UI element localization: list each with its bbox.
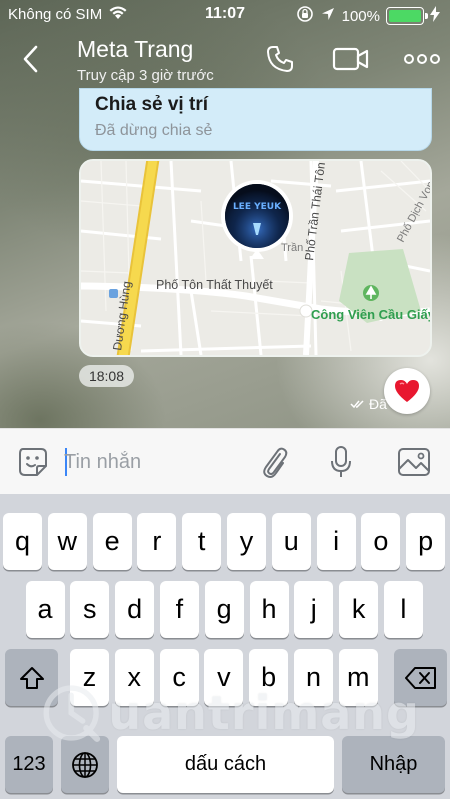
backspace-key[interactable] — [394, 649, 447, 706]
key-d[interactable]: d — [115, 581, 155, 638]
message-seen-status: Đã — [350, 396, 387, 412]
key-l[interactable]: l — [383, 581, 423, 638]
phone-icon — [267, 46, 293, 72]
status-bar: Không có SIM 11:07 100% — [0, 0, 450, 30]
key-j[interactable]: j — [294, 581, 334, 638]
map-label-street-5: Trần — [281, 242, 303, 254]
battery-percent: 100% — [341, 7, 380, 25]
contact-last-seen: Truy cập 3 giờ trước — [77, 67, 214, 84]
battery-icon — [386, 7, 428, 25]
battery-fill — [389, 10, 421, 22]
key-y[interactable]: y — [227, 513, 266, 570]
location-share-message[interactable]: Chia sẻ vị trí Đã dừng chia sẻ — [79, 88, 432, 151]
reaction-button[interactable] — [384, 368, 430, 414]
key-i[interactable]: i — [316, 513, 356, 570]
key-k[interactable]: k — [339, 581, 379, 638]
voice-message-button[interactable] — [322, 443, 360, 481]
map-label-street-1: Phố Tôn Thất Thuyết — [156, 278, 273, 292]
key-c[interactable]: c — [159, 649, 199, 706]
double-check-icon — [350, 400, 364, 409]
more-horizontal-icon — [404, 54, 440, 64]
orientation-lock-icon — [296, 5, 314, 27]
microphone-icon — [331, 446, 351, 477]
key-x[interactable]: x — [114, 649, 154, 706]
key-e[interactable]: e — [92, 513, 132, 570]
key-w[interactable]: w — [47, 513, 87, 570]
location-arrow-icon — [320, 6, 336, 26]
message-time: 18:08 — [79, 365, 134, 387]
key-s[interactable]: s — [70, 581, 110, 638]
more-options-button[interactable] — [402, 42, 442, 76]
language-key[interactable] — [61, 736, 109, 793]
return-key[interactable]: Nhập — [342, 736, 445, 793]
key-f[interactable]: f — [159, 581, 199, 638]
key-q[interactable]: q — [3, 513, 42, 570]
contact-name[interactable]: Meta Trang — [77, 36, 193, 63]
shift-key[interactable] — [5, 649, 58, 706]
marker-logo-text: LEE YEUK — [233, 202, 282, 212]
map-preview[interactable]: Phố Tôn Thất Thuyết Phố Trần Thái Tôn Ph… — [79, 159, 432, 357]
keyboard: qwertyuiop asdfghjkl zxcvbnm 123 dấu các… — [0, 494, 450, 799]
map-label-park: Công Viên Cầu Giấy — [311, 307, 430, 322]
numbers-key[interactable]: 123 — [5, 736, 53, 793]
photo-button[interactable] — [395, 443, 433, 481]
key-m[interactable]: m — [338, 649, 378, 706]
chevron-left-icon — [23, 45, 38, 73]
image-icon — [398, 448, 430, 476]
key-g[interactable]: g — [204, 581, 244, 638]
key-t[interactable]: t — [182, 513, 222, 570]
key-o[interactable]: o — [361, 513, 401, 570]
chat-header: Meta Trang Truy cập 3 giờ trước — [0, 30, 450, 88]
key-a[interactable]: a — [25, 581, 65, 638]
attach-button[interactable] — [255, 443, 293, 481]
key-b[interactable]: b — [249, 649, 289, 706]
charging-icon — [430, 6, 440, 26]
back-button[interactable] — [16, 42, 46, 76]
message-input[interactable] — [64, 446, 244, 478]
globe-icon — [72, 751, 98, 778]
heart-icon — [395, 380, 419, 402]
location-share-title: Chia sẻ vị trí — [95, 94, 208, 115]
location-share-status: Đã dừng chia sẻ — [95, 122, 213, 139]
status-right: 100% — [296, 5, 440, 27]
key-z[interactable]: z — [70, 649, 109, 706]
map-canvas: Phố Tôn Thất Thuyết Phố Trần Thái Tôn Ph… — [81, 161, 430, 355]
key-r[interactable]: r — [137, 513, 177, 570]
video-call-button[interactable] — [331, 42, 371, 76]
key-u[interactable]: u — [271, 513, 311, 570]
shift-icon — [19, 666, 44, 689]
sticker-button[interactable] — [14, 443, 52, 481]
emoji-icon — [19, 448, 47, 476]
key-n[interactable]: n — [294, 649, 333, 706]
seen-label: Đã — [369, 396, 387, 412]
backspace-icon — [404, 666, 436, 689]
key-v[interactable]: v — [204, 649, 244, 706]
key-p[interactable]: p — [406, 513, 446, 570]
video-camera-icon — [332, 47, 369, 71]
message-composer — [0, 428, 450, 494]
key-h[interactable]: h — [249, 581, 289, 638]
paperclip-icon — [263, 447, 288, 478]
space-key[interactable]: dấu cách — [117, 736, 334, 793]
voice-call-button[interactable] — [260, 42, 300, 76]
